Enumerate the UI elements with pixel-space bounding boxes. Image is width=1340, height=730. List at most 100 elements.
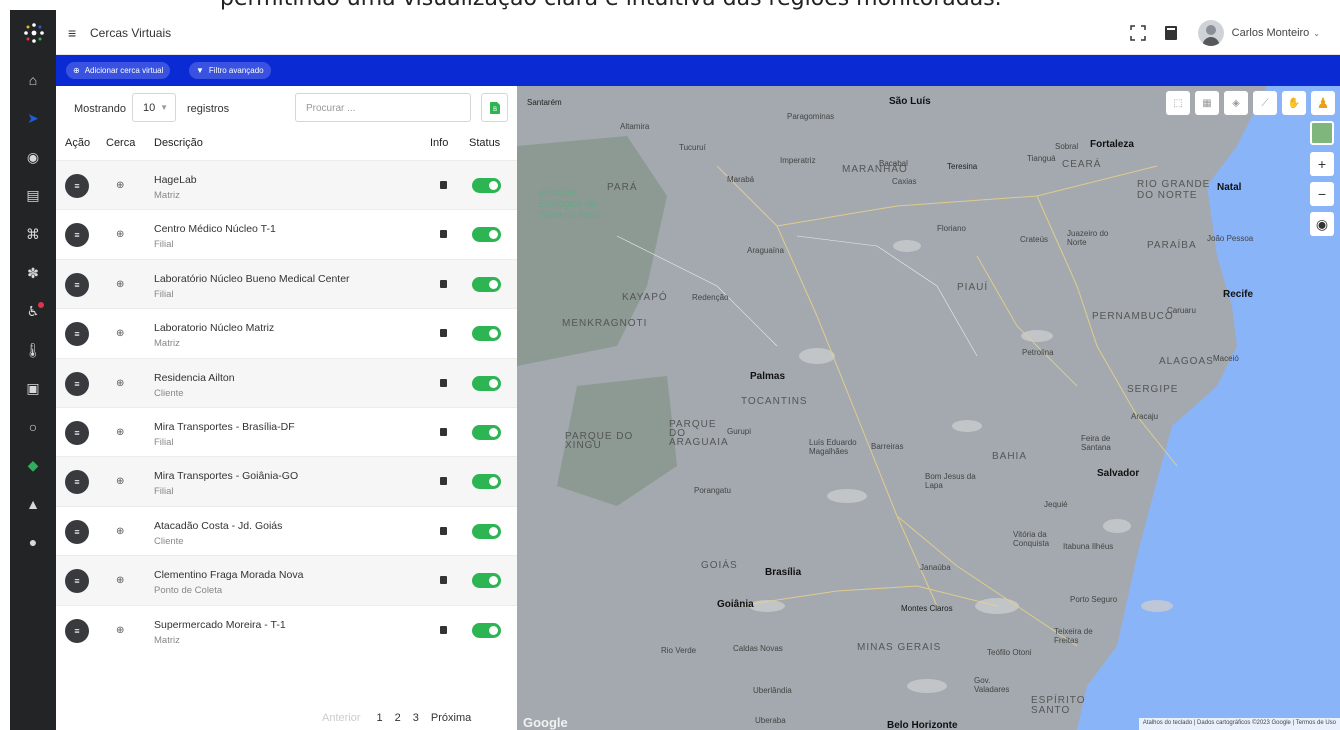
calendar-icon[interactable] [440, 625, 447, 634]
table-row[interactable]: ≡ ⊕ Atacadão Costa - Jd. Goiás Cliente [56, 505, 517, 555]
calendar-icon[interactable] [440, 477, 447, 486]
calendar-icon[interactable] [440, 329, 447, 338]
alert-icon[interactable]: ▲ [10, 489, 56, 519]
user-name[interactable]: Carlos Monteiro [1232, 27, 1310, 39]
page-1-button[interactable]: 1 [371, 712, 389, 724]
status-toggle[interactable] [472, 573, 501, 589]
fence-name: Mira Transportes - Brasília-DF [154, 420, 295, 433]
status-toggle[interactable] [472, 523, 501, 539]
map-view[interactable]: Santarém Altamira Paragominas Tucuruí Sã… [517, 86, 1340, 730]
book-icon[interactable] [1164, 25, 1178, 41]
export-excel-button[interactable]: B [481, 93, 508, 122]
google-logo: Google [523, 715, 568, 730]
table-row[interactable]: ≡ ⊕ Mira Transportes - Brasília-DF Filia… [56, 406, 517, 456]
table-row[interactable]: ≡ ⊕ Laboratório Núcleo Bueno Medical Cen… [56, 258, 517, 309]
row-menu-button[interactable]: ≡ [65, 322, 89, 347]
command-icon[interactable]: ⌘ [10, 219, 56, 249]
table-row[interactable]: ≡ ⊕ Residencia Ailton Cliente [56, 357, 517, 407]
row-menu-button[interactable]: ≡ [65, 223, 89, 248]
calendar-icon[interactable] [440, 526, 447, 535]
chip-icon[interactable]: ▣ [10, 373, 56, 403]
advanced-filter-button[interactable]: ▼ Filtro avançado [189, 62, 271, 79]
draw-polygon-icon[interactable]: ⬚ [1166, 91, 1190, 115]
map-label: GOIÁS [701, 560, 738, 571]
row-menu-button[interactable]: ≡ [65, 272, 89, 297]
row-menu-button[interactable]: ≡ [65, 470, 89, 495]
row-menu-button[interactable]: ≡ [65, 420, 89, 445]
status-toggle[interactable] [472, 375, 501, 391]
calendar-icon[interactable] [440, 181, 447, 189]
next-page-button[interactable]: Próxima [425, 712, 477, 724]
clipboard-search-icon[interactable]: ▤ [10, 180, 56, 210]
previous-page-button[interactable]: Anterior [312, 712, 371, 724]
calendar-icon[interactable] [440, 230, 447, 239]
calendar-icon[interactable] [440, 576, 447, 585]
home-icon[interactable]: ⌂ [10, 65, 56, 95]
snowflake-icon[interactable]: ✽ [10, 258, 56, 288]
table-row[interactable]: ≡ ⊕ Mira Transportes - Goiânia-GO Filial [56, 456, 517, 506]
calendar-icon[interactable] [440, 279, 447, 288]
row-menu-button[interactable]: ≡ [65, 174, 89, 198]
page-3-button[interactable]: 3 [407, 712, 425, 724]
table-row[interactable]: ≡ ⊕ Supermercado Moreira - T-1 Matriz [56, 604, 517, 654]
status-toggle[interactable] [472, 178, 501, 193]
map-label: Porangatu [694, 486, 731, 495]
user-circle-icon[interactable]: ● [10, 527, 56, 557]
globe-icon: ⊕ [116, 426, 125, 438]
map-label: ESPÍRITO SANTO [1031, 695, 1086, 716]
eraser-icon[interactable]: ◈ [1224, 91, 1248, 115]
target-icon[interactable]: ◉ [10, 142, 56, 172]
row-menu-button[interactable]: ≡ [65, 519, 89, 544]
fence-type: Matriz [154, 190, 180, 201]
user-avatar[interactable] [1197, 20, 1224, 46]
draw-line-icon[interactable]: ⟋ [1253, 91, 1277, 115]
status-toggle[interactable] [472, 622, 501, 638]
search-input[interactable]: Procurar ... [295, 93, 471, 122]
accessibility-icon[interactable]: ♿ [10, 296, 56, 326]
app-logo-icon[interactable] [23, 22, 45, 44]
calendar-icon[interactable] [440, 378, 447, 387]
street-view-pegman-icon[interactable]: ♟ [1311, 91, 1335, 115]
status-toggle[interactable] [472, 424, 501, 440]
hamburger-menu-icon[interactable]: ≡ [68, 25, 76, 41]
page-2-button[interactable]: 2 [389, 712, 407, 724]
table-row[interactable]: ≡ ⊕ Laboratorio Núcleo Matriz Matriz [56, 308, 517, 357]
status-toggle[interactable] [472, 276, 501, 292]
fullscreen-icon[interactable] [1129, 25, 1146, 41]
navigation-icon[interactable]: ➤ [10, 103, 56, 133]
row-menu-button[interactable]: ≡ [65, 371, 89, 396]
row-menu-button[interactable]: ≡ [65, 569, 89, 594]
status-toggle[interactable] [472, 474, 501, 490]
page-size-select[interactable]: 10 ▼ [132, 93, 176, 122]
draw-rectangle-icon[interactable]: ▦ [1195, 91, 1219, 115]
table-row[interactable]: ≡ ⊕ HageLab Matriz [56, 160, 517, 210]
hand-pan-icon[interactable]: ✋ [1282, 91, 1306, 115]
circle-icon[interactable]: ○ [10, 412, 56, 442]
zoom-out-button[interactable]: − [1310, 182, 1334, 206]
globe-icon: ⊕ [116, 278, 125, 290]
chevron-down-icon[interactable]: ⌄ [1313, 29, 1320, 38]
status-toggle[interactable] [472, 227, 501, 243]
table-row[interactable]: ≡ ⊕ Centro Médico Núcleo T-1 Filial [56, 209, 517, 258]
map-layer-toggle[interactable] [1310, 121, 1334, 145]
my-location-icon[interactable]: ◉ [1310, 212, 1334, 236]
globe-icon: ⊕ [116, 624, 125, 636]
map-label: Natal [1217, 182, 1242, 193]
notification-dot [38, 302, 44, 308]
row-menu-button[interactable]: ≡ [65, 618, 89, 643]
map-label: Itabuna Ilhéus [1063, 542, 1114, 551]
table-row[interactable]: ≡ ⊕ Clementino Fraga Morada Nova Ponto d… [56, 555, 517, 605]
calendar-icon[interactable] [440, 427, 447, 436]
map-attribution[interactable]: Atalhos do teclado | Dados cartográficos… [1138, 718, 1340, 730]
map-label: São Luís [889, 96, 931, 107]
map-label: BAHIA [992, 451, 1028, 462]
add-fence-button[interactable]: ⊕ Adicionar cerca virtual [66, 62, 171, 79]
thermometer-icon[interactable]: 🌡 [10, 335, 56, 365]
map-label: Teixeira de Freitas [1054, 627, 1093, 645]
geofence-icon[interactable]: ◆ [10, 450, 56, 480]
map-label: Tucuruí [679, 143, 706, 152]
sidebar: ⌂ ➤ ◉ ▤ ⌘ ✽ ♿ 🌡 ▣ ○ ◆ ▲ ● [10, 10, 56, 730]
globe-icon: ⊕ [116, 476, 125, 488]
zoom-in-button[interactable]: + [1310, 152, 1334, 176]
status-toggle[interactable] [472, 326, 501, 342]
